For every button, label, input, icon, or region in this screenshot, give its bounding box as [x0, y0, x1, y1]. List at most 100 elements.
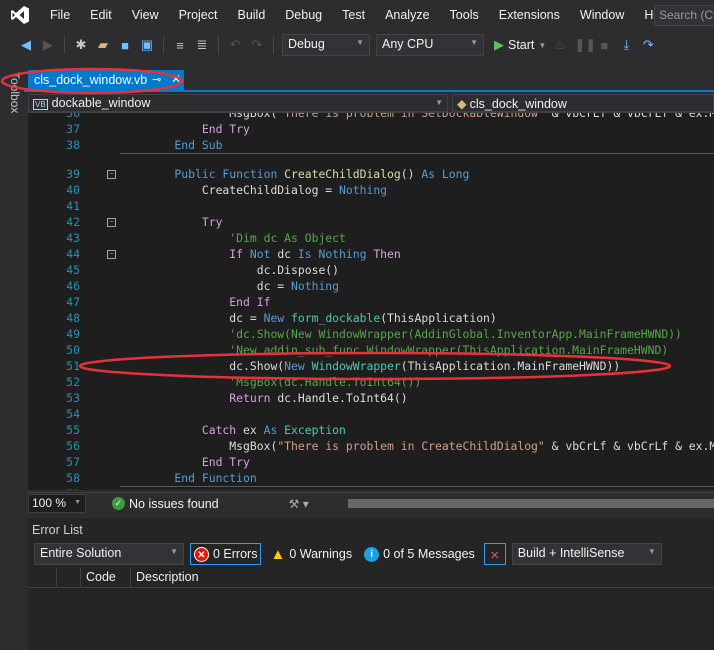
back-icon[interactable]: ◀: [18, 37, 34, 53]
code-line[interactable]: 'MsgBox(dc.Handle.ToInt64()): [147, 374, 421, 390]
close-icon[interactable]: ✕: [171, 72, 181, 86]
collapse-icon[interactable]: −: [107, 170, 116, 179]
menu-project[interactable]: Project: [169, 8, 228, 22]
menu-test[interactable]: Test: [332, 8, 375, 22]
pin-icon[interactable]: ⊸: [152, 73, 161, 86]
menu-view[interactable]: View: [122, 8, 169, 22]
stop-icon[interactable]: ■: [596, 38, 612, 53]
collapse-icon[interactable]: −: [107, 250, 116, 259]
project-dropdown[interactable]: VB dockable_window ▼: [28, 94, 448, 112]
code-line[interactable]: CreateChildDialog = Nothing: [147, 182, 387, 198]
scope-dropdown[interactable]: Entire Solution ▼: [34, 543, 184, 565]
code-line[interactable]: dc = Nothing: [147, 278, 339, 294]
line-number: 38: [66, 138, 80, 152]
code-token: dc: [277, 247, 298, 261]
menu-bar: File Edit View Project Build Debug Test …: [0, 0, 714, 30]
code-line[interactable]: If Not dc Is Nothing Then: [147, 246, 400, 262]
step-into-icon[interactable]: ⤓: [618, 37, 634, 53]
code-line[interactable]: Try: [147, 214, 223, 230]
menu-analyze[interactable]: Analyze: [375, 8, 439, 22]
code-line[interactable]: Catch ex As Exception: [147, 422, 346, 438]
configuration-dropdown[interactable]: Debug ▼: [282, 34, 370, 56]
code-token: dc.Show(: [147, 359, 285, 373]
errors-count: 0 Errors: [213, 547, 258, 561]
pause-icon[interactable]: ❚❚: [574, 37, 596, 53]
build-filter-value: Build + IntelliSense: [517, 546, 625, 560]
code-line[interactable]: 'Dim dc As Object: [147, 230, 346, 246]
code-line[interactable]: dc.Show(New WindowWrapper(ThisApplicatio…: [147, 358, 620, 374]
errors-filter-button[interactable]: ✕ 0 Errors: [190, 543, 262, 565]
code-line[interactable]: End Try: [147, 121, 250, 137]
code-line[interactable]: End Function: [147, 470, 256, 486]
code-editor[interactable]: 36 MsgBox("There is problem in SetDockab…: [28, 113, 714, 490]
document-tabs: cls_dock_window.vb ⊸ ✕: [24, 70, 714, 92]
line-number: 54: [66, 407, 80, 421]
code-cleanup-icon[interactable]: ⚒ ▾: [289, 497, 309, 511]
line-number: 56: [66, 439, 80, 453]
tab-cls-dock-window[interactable]: cls_dock_window.vb ⊸ ✕: [28, 70, 184, 92]
project-name: dockable_window: [51, 96, 151, 110]
divider: [273, 36, 274, 54]
code-line[interactable]: End Sub: [147, 137, 222, 153]
save-all-icon[interactable]: ▣: [139, 37, 155, 53]
line-number: 59: [28, 486, 80, 490]
search-input[interactable]: Search (Ctrl+Q): [654, 5, 714, 26]
column-sort-icon[interactable]: [56, 568, 80, 588]
line-number: 53: [66, 391, 80, 405]
code-token: 'MsgBox(dc.Handle.ToInt64()): [147, 375, 422, 389]
code-line[interactable]: MsgBox("There is problem in SetDockableW…: [147, 113, 714, 121]
class-name: cls_dock_window: [469, 97, 567, 111]
uncomment-icon[interactable]: ≣: [194, 37, 210, 53]
comment-icon[interactable]: ≡: [172, 38, 188, 53]
column-description[interactable]: Description: [130, 568, 330, 588]
chevron-down-icon: ▼: [470, 38, 478, 47]
build-filter-dropdown[interactable]: Build + IntelliSense ▼: [511, 543, 662, 565]
step-over-icon[interactable]: ↷: [640, 37, 656, 53]
line-number: 50: [66, 343, 80, 357]
code-line[interactable]: dc = New form_dockable(ThisApplication): [147, 310, 497, 326]
chevron-down-icon: ▼: [74, 499, 81, 506]
forward-icon[interactable]: ▶: [40, 37, 56, 53]
code-line[interactable]: 'New addin_sub_func.WindowWrapper(ThisAp…: [147, 342, 668, 358]
line-number: 44: [66, 247, 80, 261]
chevron-down-icon: ▼: [538, 40, 547, 50]
menu-tools[interactable]: Tools: [440, 8, 489, 22]
code-line[interactable]: 'dc.Show(New WindowWrapper(AddinGlobal.I…: [147, 326, 682, 342]
collapse-icon[interactable]: −: [107, 218, 116, 227]
clear-filter-button[interactable]: ⨯: [483, 543, 506, 565]
code-line[interactable]: MsgBox("There is problem in CreateChildD…: [147, 438, 714, 454]
code-line[interactable]: Return dc.Handle.ToInt64(): [147, 390, 407, 406]
issues-indicator[interactable]: ✓ No issues found: [112, 497, 219, 511]
start-button[interactable]: ▶ Start ▼: [494, 37, 546, 53]
undo-icon[interactable]: ↶: [227, 37, 243, 53]
divider: [218, 36, 219, 54]
open-folder-icon[interactable]: ▰: [95, 37, 111, 53]
code-line[interactable]: Public Function CreateChildDialog() As L…: [147, 166, 469, 182]
error-list-header: Code Description: [28, 568, 714, 588]
menu-build[interactable]: Build: [227, 8, 275, 22]
menu-file[interactable]: File: [40, 8, 80, 22]
redo-icon[interactable]: ↷: [249, 37, 265, 53]
menu-debug[interactable]: Debug: [275, 8, 332, 22]
code-line[interactable]: End If: [147, 294, 270, 310]
messages-filter-button[interactable]: i0 of 5 Messages: [361, 543, 478, 565]
class-dropdown[interactable]: ◆ cls_dock_window: [452, 94, 714, 112]
code-line[interactable]: End Try: [147, 454, 250, 470]
hot-reload-icon[interactable]: ♨: [552, 37, 568, 53]
menu-window[interactable]: Window: [570, 8, 634, 22]
column-code[interactable]: Code: [80, 568, 130, 588]
platform-dropdown[interactable]: Any CPU ▼: [376, 34, 484, 56]
error-icon: ✕: [194, 546, 209, 562]
start-label: Start: [508, 38, 535, 52]
menu-edit[interactable]: Edit: [80, 8, 122, 22]
toolbox-panel-tab[interactable]: Toolbox: [0, 70, 22, 130]
menu-extensions[interactable]: Extensions: [489, 8, 570, 22]
code-line[interactable]: dc.Dispose(): [147, 262, 339, 278]
code-token: CreateChildDialog =: [147, 183, 340, 197]
save-icon[interactable]: ■: [117, 38, 133, 53]
code-token: CreateChildDialog: [284, 167, 401, 181]
new-project-icon[interactable]: ✱: [73, 37, 89, 53]
warnings-filter-button[interactable]: ▲ 0 Warnings: [267, 543, 355, 565]
horizontal-scrollbar[interactable]: [348, 499, 714, 508]
zoom-dropdown[interactable]: 100 % ▼: [28, 494, 86, 513]
